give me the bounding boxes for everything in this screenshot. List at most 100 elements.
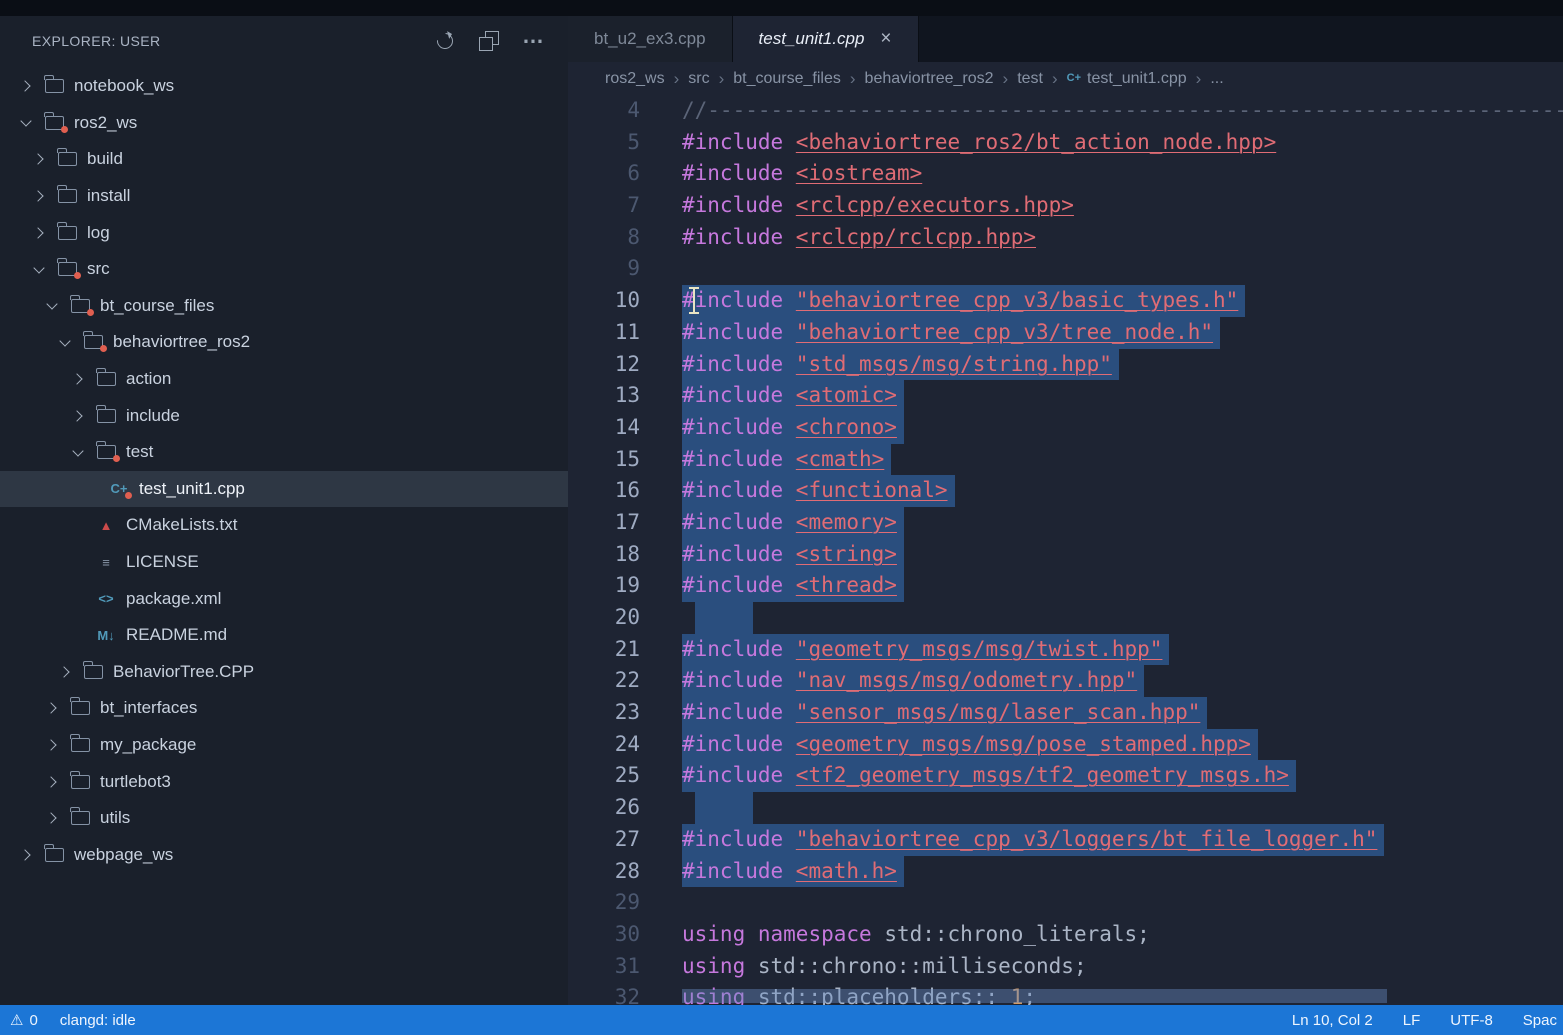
status-spac[interactable]: Spac [1523, 1012, 1557, 1029]
tree-item-action[interactable]: action [0, 361, 568, 398]
tree-item-build[interactable]: build [0, 141, 568, 178]
code-line-26[interactable]: 26 [568, 792, 1563, 824]
line-number[interactable]: 27 [568, 824, 640, 856]
breadcrumb-item-src[interactable]: src [688, 70, 709, 88]
tree-item-BehaviorTree.CPP[interactable]: BehaviorTree.CPP [0, 654, 568, 691]
line-number[interactable]: 23 [568, 697, 640, 729]
code-line-9[interactable]: 9 [568, 253, 1563, 285]
line-number[interactable]: 20 [568, 602, 640, 634]
tree-item-package.xml[interactable]: <>package.xml [0, 580, 568, 617]
status-ln-10-col-2[interactable]: Ln 10, Col 2 [1292, 1012, 1373, 1029]
breadcrumb-item-behaviortree_ros2[interactable]: behaviortree_ros2 [865, 70, 994, 88]
breadcrumb-item-ros2_ws[interactable]: ros2_ws [605, 70, 665, 88]
tree-item-behaviortree_ros2[interactable]: behaviortree_ros2 [0, 324, 568, 361]
code-line-22[interactable]: 22#include "nav_msgs/msg/odometry.hpp" [568, 665, 1563, 697]
code-line-14[interactable]: 14#include <chrono> [568, 412, 1563, 444]
breadcrumb-item-...[interactable]: ... [1210, 70, 1223, 88]
line-number[interactable]: 5 [568, 127, 640, 159]
collapse-folders-icon[interactable] [474, 26, 504, 56]
language-server-status[interactable]: clangd: idle [60, 1012, 136, 1029]
status-lf[interactable]: LF [1403, 1012, 1421, 1029]
status-utf-8[interactable]: UTF-8 [1450, 1012, 1493, 1029]
tree-item-LICENSE[interactable]: ≡LICENSE [0, 544, 568, 581]
tree-item-test[interactable]: test [0, 434, 568, 471]
code-line-27[interactable]: 27#include "behaviortree_cpp_v3/loggers/… [568, 824, 1563, 856]
code-editor[interactable]: 4//-------------------------------------… [568, 95, 1563, 1005]
code-line-30[interactable]: 30using namespace std::chrono_literals; [568, 919, 1563, 951]
breadcrumb-item-bt_course_files[interactable]: bt_course_files [733, 70, 841, 88]
line-number[interactable]: 32 [568, 982, 640, 1005]
line-number[interactable]: 8 [568, 222, 640, 254]
close-icon[interactable]: × [880, 28, 891, 50]
code-line-21[interactable]: 21#include "geometry_msgs/msg/twist.hpp" [568, 634, 1563, 666]
code-line-15[interactable]: 15#include <cmath> [568, 444, 1563, 476]
tree-item-install[interactable]: install [0, 178, 568, 215]
line-number[interactable]: 7 [568, 190, 640, 222]
line-number[interactable]: 28 [568, 856, 640, 888]
line-number[interactable]: 10 [568, 285, 640, 317]
refresh-icon[interactable] [430, 26, 460, 56]
tree-item-turtlebot3[interactable]: turtlebot3 [0, 763, 568, 800]
line-number[interactable]: 18 [568, 539, 640, 571]
problems-indicator[interactable]: ⚠ 0 [10, 1011, 38, 1029]
line-number[interactable]: 30 [568, 919, 640, 951]
line-number[interactable]: 21 [568, 634, 640, 666]
code-line-6[interactable]: 6#include <iostream> [568, 158, 1563, 190]
code-line-8[interactable]: 8#include <rclcpp/rclcpp.hpp> [568, 222, 1563, 254]
line-number[interactable]: 11 [568, 317, 640, 349]
line-number[interactable]: 15 [568, 444, 640, 476]
tree-item-CMakeLists.txt[interactable]: ▲CMakeLists.txt [0, 507, 568, 544]
breadcrumb-item-test[interactable]: test [1017, 70, 1043, 88]
line-number[interactable]: 13 [568, 380, 640, 412]
tab-test_unit1.cpp[interactable]: test_unit1.cpp× [733, 16, 919, 62]
line-number[interactable]: 16 [568, 475, 640, 507]
code-line-23[interactable]: 23#include "sensor_msgs/msg/laser_scan.h… [568, 697, 1563, 729]
line-number[interactable]: 31 [568, 951, 640, 983]
tree-item-my_package[interactable]: my_package [0, 727, 568, 764]
line-number[interactable]: 4 [568, 95, 640, 127]
code-line-29[interactable]: 29 [568, 887, 1563, 919]
tree-item-ros2_ws[interactable]: ros2_ws [0, 105, 568, 142]
code-line-7[interactable]: 7#include <rclcpp/executors.hpp> [568, 190, 1563, 222]
tab-bt_u2_ex3.cpp[interactable]: bt_u2_ex3.cpp [568, 16, 733, 62]
code-line-5[interactable]: 5#include <behaviortree_ros2/bt_action_n… [568, 127, 1563, 159]
line-number[interactable]: 22 [568, 665, 640, 697]
code-line-16[interactable]: 16#include <functional> [568, 475, 1563, 507]
code-line-12[interactable]: 12#include "std_msgs/msg/string.hpp" [568, 349, 1563, 381]
code-line-11[interactable]: 11#include "behaviortree_cpp_v3/tree_nod… [568, 317, 1563, 349]
tree-item-include[interactable]: include [0, 397, 568, 434]
tree-item-notebook_ws[interactable]: notebook_ws [0, 68, 568, 105]
code-line-10[interactable]: 10#include "behaviortree_cpp_v3/basic_ty… [568, 285, 1563, 317]
line-number[interactable]: 14 [568, 412, 640, 444]
tree-item-bt_interfaces[interactable]: bt_interfaces [0, 690, 568, 727]
tree-item-bt_course_files[interactable]: bt_course_files [0, 288, 568, 325]
tree-item-README.md[interactable]: M↓README.md [0, 617, 568, 654]
line-number[interactable]: 29 [568, 887, 640, 919]
line-number[interactable]: 26 [568, 792, 640, 824]
horizontal-scrollbar[interactable] [682, 989, 1387, 1003]
line-number[interactable]: 6 [568, 158, 640, 190]
line-number[interactable]: 17 [568, 507, 640, 539]
more-icon[interactable]: … [518, 26, 548, 56]
code-line-4[interactable]: 4//-------------------------------------… [568, 95, 1563, 127]
code-line-28[interactable]: 28#include <math.h> [568, 856, 1563, 888]
code-line-25[interactable]: 25#include <tf2_geometry_msgs/tf2_geomet… [568, 760, 1563, 792]
line-number[interactable]: 12 [568, 349, 640, 381]
tree-item-test_unit1.cpp[interactable]: C+test_unit1.cpp [0, 471, 568, 508]
line-number[interactable]: 19 [568, 570, 640, 602]
tree-item-webpage_ws[interactable]: webpage_ws [0, 836, 568, 873]
code-line-24[interactable]: 24#include <geometry_msgs/msg/pose_stamp… [568, 729, 1563, 761]
tree-item-utils[interactable]: utils [0, 800, 568, 837]
code-line-13[interactable]: 13#include <atomic> [568, 380, 1563, 412]
code-line-18[interactable]: 18#include <string> [568, 539, 1563, 571]
breadcrumb-item-test_unit1.cpp[interactable]: C+test_unit1.cpp [1067, 70, 1187, 88]
code-line-17[interactable]: 17#include <memory> [568, 507, 1563, 539]
line-number[interactable]: 24 [568, 729, 640, 761]
code-line-31[interactable]: 31using std::chrono::milliseconds; [568, 951, 1563, 983]
line-number[interactable]: 9 [568, 253, 640, 285]
tree-item-src[interactable]: src [0, 251, 568, 288]
code-line-20[interactable]: 20 [568, 602, 1563, 634]
tree-item-log[interactable]: log [0, 214, 568, 251]
line-number[interactable]: 25 [568, 760, 640, 792]
code-line-19[interactable]: 19#include <thread> [568, 570, 1563, 602]
